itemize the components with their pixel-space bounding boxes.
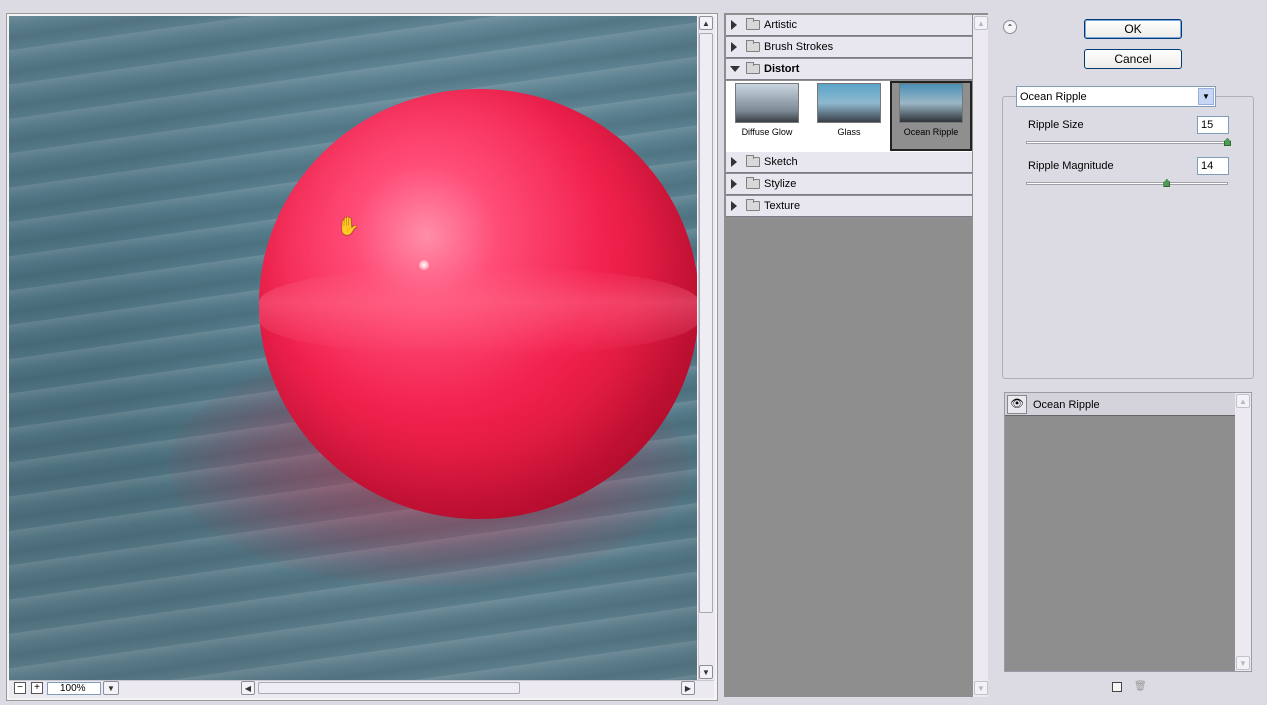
category-label: Stylize bbox=[764, 178, 797, 190]
category-label: Texture bbox=[764, 200, 801, 212]
layers-scrollbar[interactable] bbox=[1235, 393, 1251, 671]
ripple-magnitude-label: Ripple Magnitude bbox=[1028, 160, 1114, 172]
expand-arrow-icon[interactable] bbox=[731, 201, 737, 211]
effect-layer-label: Ocean Ripple bbox=[1033, 399, 1100, 411]
filter-select[interactable]: Ocean Ripple ▼ bbox=[1016, 86, 1216, 107]
ripple-magnitude-slider[interactable] bbox=[1026, 182, 1228, 185]
category-label: Brush Strokes bbox=[764, 41, 834, 53]
expand-arrow-icon[interactable] bbox=[731, 179, 737, 189]
zoom-level-field[interactable]: 100% bbox=[47, 682, 101, 695]
category-texture[interactable]: Texture bbox=[726, 196, 972, 217]
expand-arrow-icon[interactable] bbox=[731, 42, 737, 52]
ok-button[interactable]: OK bbox=[1084, 19, 1182, 39]
diffuse-glow-thumbnail[interactable] bbox=[735, 83, 799, 123]
filter-select-value: Ocean Ripple bbox=[1020, 91, 1087, 103]
thumbnail-label[interactable]: Diffuse Glow bbox=[727, 127, 807, 137]
ripple-magnitude-field[interactable]: 14 bbox=[1197, 157, 1229, 175]
thumbnail-label[interactable]: Ocean Ripple bbox=[891, 127, 971, 137]
ball-highlight bbox=[419, 260, 429, 270]
scroll-up-icon[interactable]: ▲ bbox=[974, 16, 988, 30]
category-label: Distort bbox=[764, 63, 800, 75]
effect-layers-panel bbox=[1004, 392, 1252, 672]
scroll-down-icon[interactable]: ▼ bbox=[699, 665, 713, 679]
expand-arrow-icon[interactable] bbox=[731, 157, 737, 167]
zoom-out-button[interactable]: − bbox=[14, 682, 26, 694]
scroll-up-icon[interactable]: ▲ bbox=[699, 16, 713, 30]
open-folder-icon bbox=[746, 62, 760, 74]
ripple-size-label: Ripple Size bbox=[1028, 119, 1084, 131]
preview-horizontal-thumb[interactable] bbox=[258, 682, 520, 694]
ocean-ripple-thumbnail[interactable] bbox=[899, 83, 963, 123]
collapse-gallery-icon[interactable]: ⌃ bbox=[1003, 20, 1017, 34]
scroll-up-icon[interactable]: ▲ bbox=[1236, 394, 1250, 408]
zoom-dropdown-icon[interactable]: ▼ bbox=[103, 681, 119, 695]
scroll-down-icon[interactable]: ▼ bbox=[1236, 656, 1250, 670]
scroll-left-icon[interactable]: ◀ bbox=[241, 681, 255, 695]
gallery-scrollbar[interactable] bbox=[973, 15, 988, 697]
folder-icon bbox=[746, 40, 760, 52]
folder-icon bbox=[746, 155, 760, 167]
glass-thumbnail[interactable] bbox=[817, 83, 881, 123]
category-label: Artistic bbox=[764, 19, 797, 31]
folder-icon bbox=[746, 199, 760, 211]
chevron-down-icon[interactable]: ▼ bbox=[1198, 88, 1214, 105]
category-label: Sketch bbox=[764, 156, 798, 168]
expand-arrow-icon[interactable] bbox=[731, 20, 737, 30]
hand-cursor-icon: ✋ bbox=[337, 216, 360, 236]
trash-icon[interactable]: 🗑 bbox=[1134, 682, 1147, 693]
folder-icon bbox=[746, 177, 760, 189]
category-artistic[interactable]: Artistic bbox=[726, 15, 972, 36]
category-distort[interactable]: Distort bbox=[726, 59, 972, 80]
category-sketch[interactable]: Sketch bbox=[726, 152, 972, 173]
preview-vertical-thumb[interactable] bbox=[699, 33, 713, 613]
zoom-in-button[interactable]: + bbox=[31, 682, 43, 694]
scroll-down-icon[interactable]: ▼ bbox=[974, 681, 988, 695]
filter-settings-panel bbox=[1002, 96, 1254, 379]
eye-icon[interactable]: 👁 bbox=[1007, 395, 1027, 414]
preview-image[interactable]: ✋ bbox=[9, 16, 697, 680]
category-stylize[interactable]: Stylize bbox=[726, 174, 972, 195]
scroll-right-icon[interactable]: ▶ bbox=[681, 681, 695, 695]
ball-ripple-band bbox=[259, 266, 697, 356]
ripple-size-slider[interactable] bbox=[1026, 141, 1228, 144]
folder-icon bbox=[746, 18, 760, 30]
cancel-button[interactable]: Cancel bbox=[1084, 49, 1182, 69]
ripple-size-field[interactable]: 15 bbox=[1197, 116, 1229, 134]
collapse-arrow-icon[interactable] bbox=[730, 66, 740, 72]
category-brush-strokes[interactable]: Brush Strokes bbox=[726, 37, 972, 58]
thumbnail-label[interactable]: Glass bbox=[809, 127, 889, 137]
new-effect-layer-icon[interactable] bbox=[1112, 682, 1122, 692]
